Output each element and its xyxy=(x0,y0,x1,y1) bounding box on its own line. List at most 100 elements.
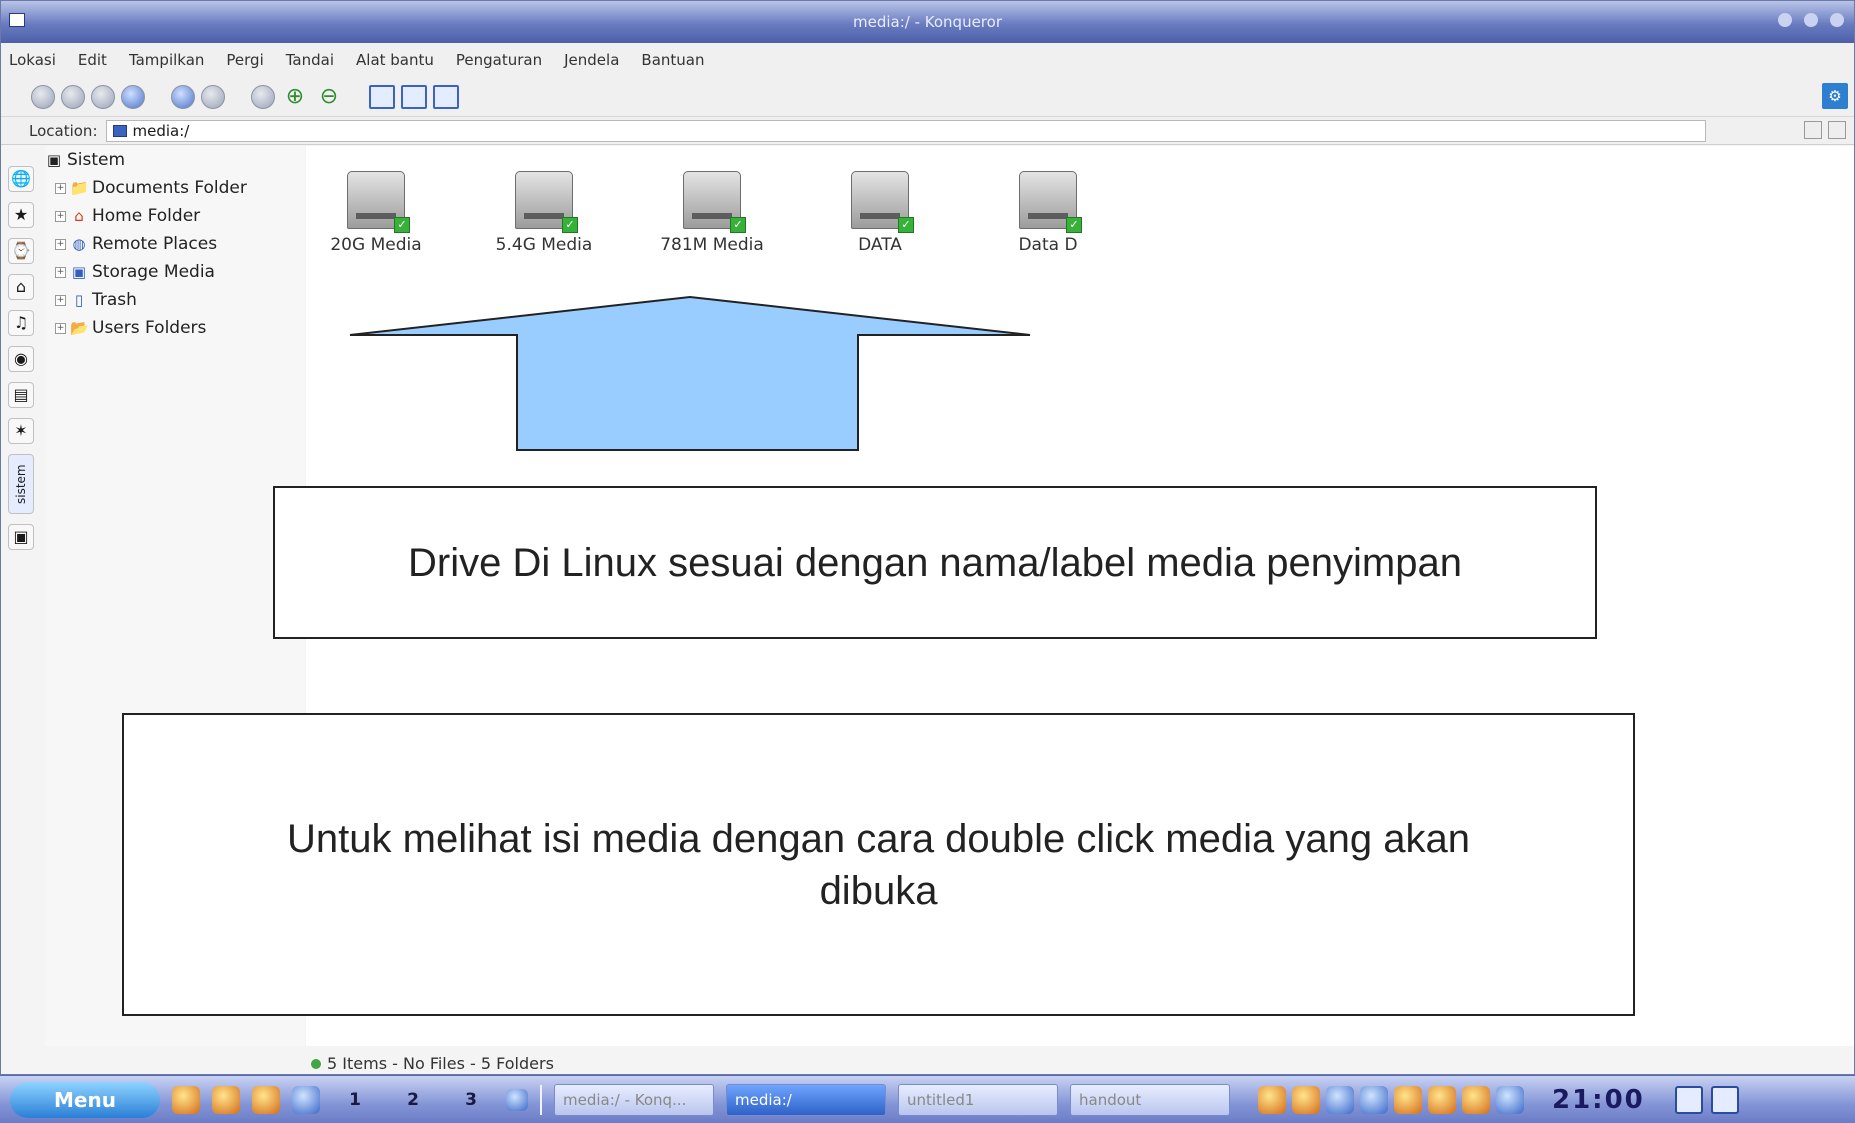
trash-icon: ▯ xyxy=(74,291,84,309)
taskbar-task[interactable]: media:/ xyxy=(726,1083,886,1116)
mounted-check-icon: ✓ xyxy=(562,217,578,233)
tray-icon[interactable] xyxy=(1394,1085,1422,1114)
clock[interactable]: 21:00 xyxy=(1552,1085,1645,1115)
window-title: media:/ - Konqueror xyxy=(853,13,1002,31)
drive-callout-text: Drive Di Linux sesuai dengan nama/label … xyxy=(408,540,1462,585)
menu-bantuan[interactable]: Bantuan xyxy=(641,51,704,69)
logout-icon[interactable] xyxy=(1710,1085,1739,1114)
documents-folder-icon: 📁 xyxy=(70,179,89,197)
menu-tampilkan[interactable]: Tampilkan xyxy=(129,51,204,69)
detail-view-button[interactable] xyxy=(401,84,427,109)
preview-button[interactable] xyxy=(433,84,459,109)
stop-button[interactable] xyxy=(201,84,225,109)
firefox-icon[interactable] xyxy=(212,1085,240,1114)
desktop-2-button[interactable]: 2 xyxy=(390,1090,436,1110)
maximize-button[interactable] xyxy=(1804,13,1818,27)
menu-jendela[interactable]: Jendela xyxy=(564,51,619,69)
menu-alat-bantu[interactable]: Alat bantu xyxy=(356,51,434,69)
tree-item-storage[interactable]: + ▣ Storage Media xyxy=(45,258,305,286)
tray-icon[interactable] xyxy=(1326,1085,1354,1114)
show-desktop-icon[interactable] xyxy=(1674,1085,1703,1114)
location-input[interactable]: media:/ xyxy=(105,119,1706,142)
toolbar: ⊕ ⊖ ⚙ xyxy=(1,77,1854,117)
expand-icon[interactable]: + xyxy=(55,322,66,334)
speaker-icon[interactable] xyxy=(506,1088,528,1111)
tree-root-label: Sistem xyxy=(67,150,126,170)
home-tab-icon[interactable]: ⌂ xyxy=(8,274,34,300)
taskbar-task[interactable]: untitled1 xyxy=(898,1083,1058,1116)
drive-item[interactable]: ✓ 20G Media xyxy=(306,171,446,255)
desktop-1-button[interactable]: 1 xyxy=(332,1090,378,1110)
drive-item[interactable]: ✓ DATA xyxy=(810,171,950,255)
title-bar[interactable]: media:/ - Konqueror xyxy=(1,1,1854,43)
menu-tandai[interactable]: Tandai xyxy=(286,51,334,69)
window-menu-icon[interactable] xyxy=(9,13,25,27)
location-bar: Location: media:/ xyxy=(1,117,1854,145)
drive-label: 781M Media xyxy=(660,235,764,255)
menu-edit[interactable]: Edit xyxy=(78,51,107,69)
history-tab-icon[interactable]: ⌚ xyxy=(8,238,34,264)
dropdown-icon[interactable] xyxy=(1804,121,1822,139)
expand-icon[interactable]: + xyxy=(55,210,66,222)
storage-tab-icon[interactable]: ▣ xyxy=(8,524,34,550)
quicklaunch-icon[interactable] xyxy=(252,1085,280,1114)
tray-icon[interactable] xyxy=(1292,1085,1320,1114)
bookmarks-tab-icon[interactable]: ★ xyxy=(8,202,34,228)
zoom-out-icon[interactable]: ⊖ xyxy=(315,84,343,110)
menu-lokasi[interactable]: Lokasi xyxy=(9,51,56,69)
menu-pengaturan[interactable]: Pengaturan xyxy=(456,51,542,69)
expand-icon[interactable]: + xyxy=(55,266,66,278)
go-icon[interactable] xyxy=(1828,121,1846,139)
quicklaunch-icon[interactable] xyxy=(172,1085,200,1114)
network-tab-icon[interactable]: 🌐 xyxy=(8,166,34,192)
sistem-icon: ▣ xyxy=(46,151,62,169)
mounted-check-icon: ✓ xyxy=(1066,217,1082,233)
hard-drive-icon: ✓ xyxy=(347,171,410,233)
expand-icon[interactable]: + xyxy=(55,238,66,250)
back-button[interactable] xyxy=(31,84,55,109)
expand-icon[interactable]: + xyxy=(55,182,66,194)
taskbar-task[interactable]: handout xyxy=(1070,1083,1230,1116)
media-tab-icon[interactable]: ♫ xyxy=(8,310,34,336)
drive-label: 5.4G Media xyxy=(495,235,593,255)
tree-item-users[interactable]: + 📂 Users Folders xyxy=(45,314,305,342)
zoom-in-icon[interactable]: ⊕ xyxy=(281,84,309,110)
drive-item[interactable]: ✓ Data D xyxy=(978,171,1118,255)
drive-label: 20G Media xyxy=(330,235,422,255)
hard-drive-icon: ✓ xyxy=(1019,171,1082,233)
drive-item[interactable]: ✓ 5.4G Media xyxy=(474,171,614,255)
tree-item-documents[interactable]: + 📁 Documents Folder xyxy=(45,174,305,202)
home-button[interactable] xyxy=(121,84,145,109)
services-tab-icon[interactable]: ◉ xyxy=(8,346,34,372)
mounted-check-icon: ✓ xyxy=(394,217,410,233)
print-button[interactable] xyxy=(251,84,275,109)
reload-button[interactable] xyxy=(171,84,195,109)
location-label: Location: xyxy=(29,121,98,140)
tree-root[interactable]: ▣ Sistem xyxy=(45,146,305,174)
tray-icon[interactable] xyxy=(1258,1085,1286,1114)
tray-icon[interactable] xyxy=(1496,1085,1524,1114)
location-actions xyxy=(1804,121,1846,139)
tray-icon[interactable] xyxy=(1360,1085,1388,1114)
icon-view-button[interactable] xyxy=(369,84,395,109)
drive-item[interactable]: ✓ 781M Media xyxy=(642,171,782,255)
taskbar-task[interactable]: media:/ - Konq... xyxy=(554,1083,714,1116)
start-menu-button[interactable]: Menu xyxy=(10,1081,160,1118)
special-tab-icon[interactable]: ✶ xyxy=(8,418,34,444)
tray-icon[interactable] xyxy=(1428,1085,1456,1114)
root-tab-icon[interactable]: ▤ xyxy=(8,382,34,408)
tray-icon[interactable] xyxy=(1462,1085,1490,1114)
sistem-tab[interactable]: sistem xyxy=(8,454,34,514)
minimize-button[interactable] xyxy=(1778,13,1792,27)
close-button[interactable] xyxy=(1830,13,1844,27)
expand-icon[interactable]: + xyxy=(55,294,66,306)
tree-item-home[interactable]: + ⌂ Home Folder xyxy=(45,202,305,230)
tree-item-remote[interactable]: + ◍ Remote Places xyxy=(45,230,305,258)
up-arrow-shape xyxy=(349,295,1031,451)
tree-item-trash[interactable]: + ▯ Trash xyxy=(45,286,305,314)
file-manager-icon[interactable] xyxy=(292,1085,320,1114)
forward-button[interactable] xyxy=(61,84,85,109)
menu-pergi[interactable]: Pergi xyxy=(226,51,263,69)
up-button[interactable] xyxy=(91,84,115,109)
desktop-3-button[interactable]: 3 xyxy=(448,1090,494,1110)
